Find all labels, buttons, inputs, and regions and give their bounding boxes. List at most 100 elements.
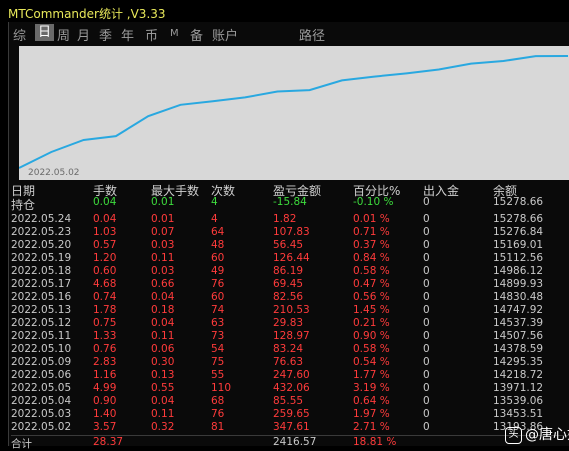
cell-7: 13539.06 [493, 395, 544, 408]
cell-3: 75 [211, 356, 225, 369]
cell-0: 2022.05.17 [11, 278, 72, 291]
cell-4: -15.84 [273, 196, 307, 208]
cell-5: 0.37 % [353, 239, 390, 252]
tab-1[interactable]: 日 [35, 24, 55, 41]
cell-6: 0 [423, 395, 430, 408]
tab-7[interactable]: M [170, 28, 179, 39]
cell-5: 0.54 % [353, 356, 390, 369]
tab-6[interactable]: 币 [145, 25, 158, 44]
cell-0: 2022.05.19 [11, 252, 72, 265]
cell-1: 0.74 [93, 291, 117, 304]
table-row: 2022.05.03 1.40 0.11 76 259.65 1.97 % 0 13453.5… [11, 408, 569, 421]
cell-4: 247.60 [273, 369, 310, 382]
toutiao-logo-icon: 头 [505, 426, 522, 444]
table-row: 2022.05.04 0.90 0.04 68 85.55 0.64 % 0 13539.06 [11, 395, 569, 408]
cell-6: 0 [423, 421, 430, 434]
cell-0: 2022.05.10 [11, 343, 72, 356]
stats-panel: 综日周月季年币 M 备账户 路径 2022.05.02 日期 手数 最大手数 次数 盈亏金额百… [8, 22, 569, 450]
cell-5: 1.45 % [353, 304, 390, 317]
table-row: 2022.05.13 1.78 0.18 74 210.53 1.45 % 0 14747.9… [11, 304, 569, 317]
cell-1: 0.60 [93, 265, 117, 278]
cell-5: 0.90 % [353, 330, 390, 343]
cell-1: 0.75 [93, 317, 117, 330]
tab-2[interactable]: 周 [57, 25, 70, 44]
cell-7: 14537.39 [493, 317, 544, 330]
cell-7: 15278.66 [493, 196, 544, 208]
cell-5: 0.71 % [353, 226, 390, 239]
cell-0: 2022.05.12 [11, 317, 72, 330]
cell-2: 0.01 [151, 196, 175, 208]
tab-10[interactable]: 路径 [299, 25, 325, 44]
cell-2: 0.30 [151, 356, 175, 369]
cell-3: 74 [211, 304, 225, 317]
tab-3[interactable]: 月 [77, 25, 90, 44]
table-row: 2022.05.17 4.68 0.66 76 69.45 0.47 % 0 14899.93 [11, 278, 569, 291]
cell-6: 0 [423, 252, 430, 265]
cell-3: 76 [211, 408, 225, 421]
cell-6: 0 [423, 317, 430, 330]
cell-1: 0.57 [93, 239, 117, 252]
cell-0: 2022.05.06 [11, 369, 72, 382]
cell-2: 0.06 [151, 343, 175, 356]
cell-2: 0.04 [151, 317, 175, 330]
cell-6: 0 [423, 239, 430, 252]
cell-4: 85.55 [273, 395, 304, 408]
cell-4: 82.56 [273, 291, 304, 304]
tab-9[interactable]: 账户 [212, 25, 238, 44]
cell-6: 0 [423, 265, 430, 278]
cell-1: 1.78 [93, 304, 117, 317]
cell-0: 2022.05.13 [11, 304, 72, 317]
cell-2: 0.66 [151, 278, 175, 291]
cell-7: 15278.66 [493, 213, 544, 225]
cell-5: 2.71 % [353, 421, 390, 434]
cell-3: 49 [211, 265, 225, 278]
table-row: 2022.05.10 0.76 0.06 54 83.24 0.58 % 0 14378.59 [11, 343, 569, 356]
cell-0: 持仓 [11, 198, 36, 212]
cell-1: 1.33 [93, 330, 117, 343]
cell-4: 83.24 [273, 343, 304, 356]
cell-6: 0 [423, 382, 430, 395]
cell-7: 15169.01 [493, 239, 544, 252]
tab-0[interactable]: 综 [13, 25, 26, 44]
cell-6: 0 [423, 226, 430, 239]
cell-3: 64 [211, 226, 225, 239]
equity-curve-chart [19, 46, 569, 180]
cell-0: 2022.05.05 [11, 382, 72, 395]
cell-7: 14747.92 [493, 304, 544, 317]
cell-2: 0.03 [151, 265, 175, 278]
cell-3: 60 [211, 291, 225, 304]
cell-6: 0 [423, 213, 430, 225]
cell-5: 0.01 % [353, 213, 390, 225]
table-row: 2022.05.20 0.57 0.03 48 56.45 0.37 % 0 15169.01 [11, 239, 569, 252]
cell-4: 76.63 [273, 356, 304, 369]
cell-4: 69.45 [273, 278, 304, 291]
cell-0: 2022.05.16 [11, 291, 72, 304]
table-row: 2022.05.05 4.99 0.55 110 432.06 3.19 % 0 13971.… [11, 382, 569, 395]
cell-2: 0.32 [151, 421, 175, 434]
cell-1: 1.16 [93, 369, 117, 382]
tab-5[interactable]: 年 [121, 25, 134, 44]
holding-row: 持仓 0.04 0.01 4 -15.84 -0.10 % 0 15278.66 [11, 196, 569, 212]
cell-1: 1.03 [93, 226, 117, 239]
cell-7: 13971.12 [493, 382, 544, 395]
cell-3: 4 [211, 196, 218, 208]
cell-1: 1.20 [93, 252, 117, 265]
cell-5: 18.81 % [353, 436, 397, 449]
cell-5: 0.21 % [353, 317, 390, 330]
cell-0: 2022.05.23 [11, 226, 72, 239]
period-tabs: 综日周月季年币 M 备账户 路径 [9, 22, 569, 44]
cell-5: 1.97 % [353, 408, 390, 421]
cell-5: 0.58 % [353, 265, 390, 278]
cell-6: 0 [423, 343, 430, 356]
total-row: 合计 28.37 2416.57 18.81 % [11, 435, 569, 450]
watermark: 头@唐心如 [505, 424, 569, 444]
cell-0: 2022.05.02 [11, 421, 72, 434]
cell-4: 2416.57 [273, 436, 317, 449]
cell-6: 0 [423, 291, 430, 304]
table-row: 2022.05.02 3.57 0.32 81 347.61 2.71 % 0 13193.8… [11, 421, 569, 434]
cell-3: 68 [211, 395, 225, 408]
cell-2: 0.18 [151, 304, 175, 317]
equity-curve-line [19, 55, 569, 169]
tab-8[interactable]: 备 [190, 25, 203, 44]
tab-4[interactable]: 季 [99, 25, 112, 44]
